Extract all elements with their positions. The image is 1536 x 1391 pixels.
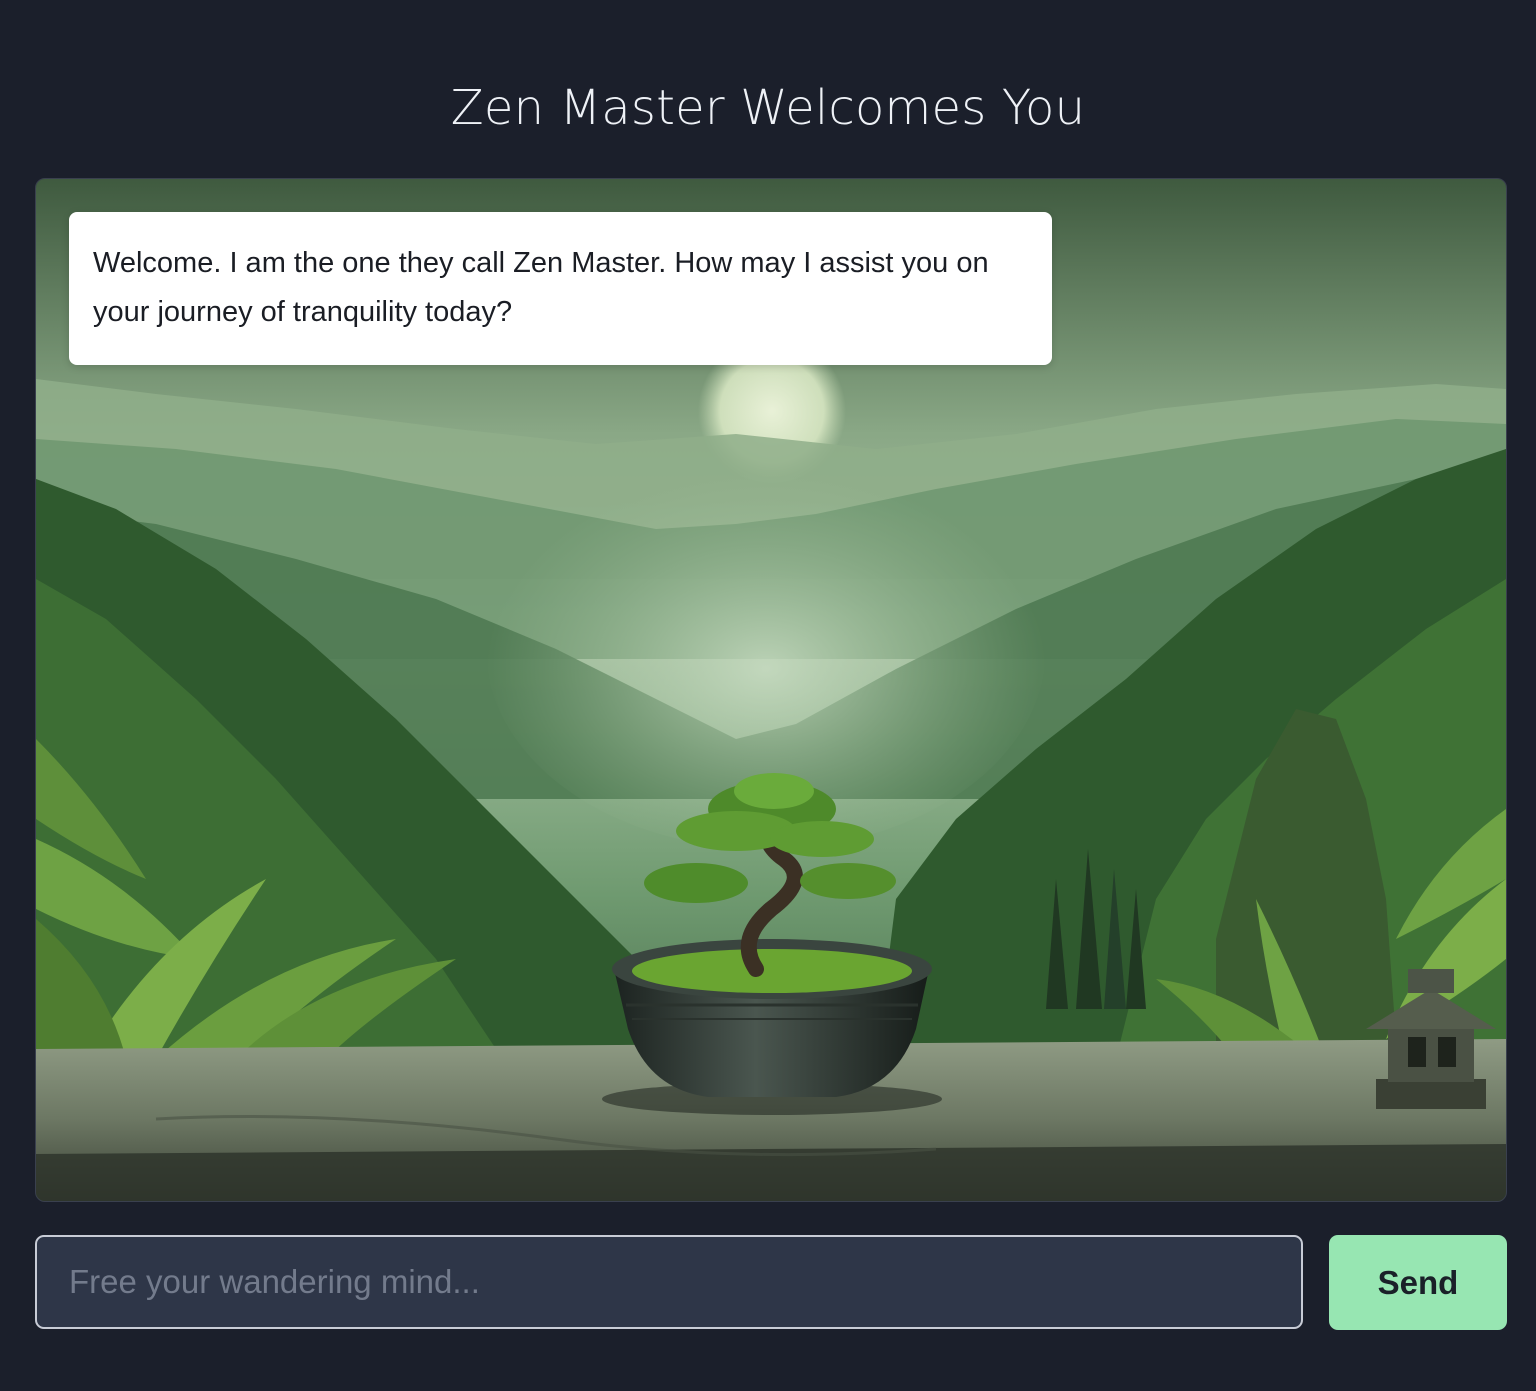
page-title: Zen Master Welcomes You (450, 80, 1086, 136)
chat-panel: Welcome. I am the one they call Zen Mast… (35, 178, 1507, 1202)
assistant-message: Welcome. I am the one they call Zen Mast… (69, 212, 1052, 365)
message-input[interactable] (35, 1235, 1303, 1329)
send-button[interactable]: Send (1329, 1235, 1507, 1330)
